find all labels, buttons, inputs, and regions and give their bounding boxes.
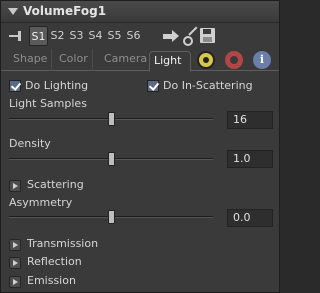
pin-icon[interactable] <box>9 31 22 41</box>
info-icon[interactable]: i <box>253 51 271 69</box>
asymmetry-slider-handle[interactable] <box>107 210 115 224</box>
save-icon[interactable] <box>200 28 215 43</box>
do-lighting-label: Do Lighting <box>25 79 89 92</box>
tool-title: VolumeFog1 <box>23 4 107 18</box>
radiation-icon[interactable] <box>197 51 215 69</box>
scattering-label[interactable]: Scattering <box>27 178 84 191</box>
slot-s1-button[interactable]: S1 <box>29 26 48 46</box>
key-icon[interactable] <box>183 28 199 46</box>
version-toolbar: S1 S2 S3 S4 S5 S6 <box>1 23 279 49</box>
tab-color[interactable]: Color <box>55 49 93 71</box>
emission-label[interactable]: Emission <box>27 274 76 287</box>
slot-s5-button[interactable]: S5 <box>105 26 124 46</box>
lighting-options-row: Do Lighting Do In-Scattering <box>9 78 269 94</box>
slot-s6-button[interactable]: S6 <box>124 26 143 46</box>
light-samples-slider-handle[interactable] <box>107 112 115 126</box>
reflection-label[interactable]: Reflection <box>27 255 82 268</box>
asymmetry-input[interactable]: 0.0 <box>227 209 273 227</box>
version-slots: S1 S2 S3 S4 S5 S6 <box>29 26 143 46</box>
tab-camera[interactable]: Camera <box>100 49 151 71</box>
light-samples-input[interactable]: 16 <box>227 111 273 129</box>
light-samples-label: Light Samples <box>9 97 87 110</box>
slot-s3-button[interactable]: S3 <box>67 26 86 46</box>
tab-light[interactable]: Light <box>149 51 191 72</box>
emission-expander[interactable] <box>9 276 21 288</box>
do-in-scattering-label: Do In-Scattering <box>163 79 253 92</box>
do-in-scattering-checkbox[interactable] <box>147 80 159 92</box>
triangle-down-icon[interactable] <box>8 8 18 15</box>
transmission-expander[interactable] <box>9 239 21 251</box>
scattering-expander[interactable] <box>9 180 21 192</box>
tab-bar: Shape Color Camera Light i <box>1 49 279 72</box>
transmission-label[interactable]: Transmission <box>27 237 98 250</box>
reflection-expander[interactable] <box>9 257 21 269</box>
tool-header[interactable]: VolumeFog1 <box>1 1 279 23</box>
asymmetry-label: Asymmetry <box>9 196 73 209</box>
arrow-right-icon[interactable] <box>163 30 179 42</box>
inspector-panel: VolumeFog1 S1 S2 S3 S4 S5 S6 Shape Color… <box>0 0 280 293</box>
density-label: Density <box>9 137 51 150</box>
gear-icon[interactable] <box>225 51 243 69</box>
slot-s4-button[interactable]: S4 <box>86 26 105 46</box>
density-input[interactable]: 1.0 <box>227 150 273 168</box>
do-lighting-checkbox[interactable] <box>9 80 21 92</box>
density-slider-handle[interactable] <box>107 152 115 166</box>
tab-shape[interactable]: Shape <box>9 49 53 71</box>
slot-s2-button[interactable]: S2 <box>48 26 67 46</box>
